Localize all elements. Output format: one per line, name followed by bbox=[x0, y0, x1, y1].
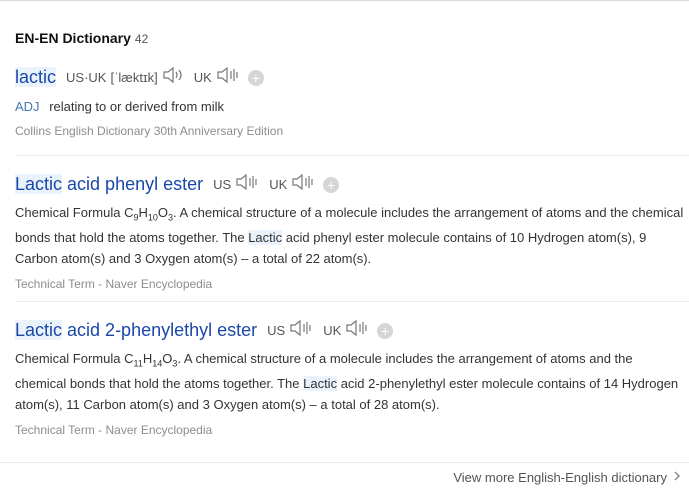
source-label: Collins English Dictionary 30th Annivers… bbox=[15, 124, 284, 138]
speaker-icon[interactable] bbox=[291, 173, 315, 196]
view-more-link[interactable]: View more English-English dictionary bbox=[453, 470, 681, 485]
source-label: Technical Term - Naver Encyclopedia bbox=[15, 423, 213, 438]
chevron-right-icon bbox=[673, 470, 681, 485]
entry-divider bbox=[15, 155, 689, 156]
definition-text: relating to or derived from milk bbox=[49, 99, 225, 114]
dictionary-entry: Lactic acid 2-phenylethyl ester US UK + … bbox=[15, 319, 689, 437]
section-title: EN-EN Dictionary bbox=[15, 30, 131, 46]
highlighted-term: Lactic bbox=[303, 376, 338, 392]
result-count: 42 bbox=[134, 32, 149, 46]
dictionary-entry: Lactic acid phenyl ester US UK + Chemica… bbox=[15, 173, 689, 291]
sense-line: ADJ relating to or derived from milk bbox=[15, 99, 689, 114]
pronunciation-label: US·UK bbox=[66, 70, 107, 85]
add-wordbook-icon[interactable]: + bbox=[247, 69, 264, 86]
add-wordbook-icon[interactable]: + bbox=[377, 322, 394, 339]
part-of-speech: ADJ bbox=[15, 99, 40, 114]
source-label: Technical Term - Naver Encyclopedia bbox=[15, 277, 213, 292]
uk-label: UK bbox=[269, 177, 288, 192]
us-label: US bbox=[267, 323, 286, 338]
entry-word-link[interactable]: Lactic acid 2-phenylethyl ester bbox=[15, 320, 257, 341]
definition-text: Chemical Formula C9H10O3. A chemical str… bbox=[15, 205, 684, 266]
add-wordbook-icon[interactable]: + bbox=[323, 176, 340, 193]
section-header: EN-EN Dictionary 42 bbox=[15, 30, 148, 46]
dictionary-entry: lactic US·UK [ˈlæktɪk] UK + ADJ relating… bbox=[15, 66, 689, 138]
speaker-icon[interactable] bbox=[216, 66, 240, 89]
uk-label: UK bbox=[323, 323, 342, 338]
entry-word-link[interactable]: Lactic acid phenyl ester bbox=[15, 174, 203, 195]
entry-divider bbox=[15, 301, 689, 302]
us-label: US bbox=[213, 177, 232, 192]
view-more-label: View more English-English dictionary bbox=[453, 470, 667, 485]
highlighted-term: Lactic bbox=[248, 230, 283, 246]
speaker-icon[interactable] bbox=[162, 66, 184, 89]
definition-text: Chemical Formula C11H14O3. A chemical st… bbox=[15, 351, 679, 412]
entry-word-link[interactable]: lactic bbox=[15, 67, 57, 88]
uk-label: UK bbox=[193, 70, 212, 85]
speaker-icon[interactable] bbox=[345, 319, 369, 342]
phonetic-transcription: [ˈlæktɪk] bbox=[110, 70, 158, 85]
speaker-icon[interactable] bbox=[289, 319, 313, 342]
top-divider bbox=[0, 0, 689, 1]
speaker-icon[interactable] bbox=[235, 173, 259, 196]
footer-divider bbox=[0, 462, 689, 463]
